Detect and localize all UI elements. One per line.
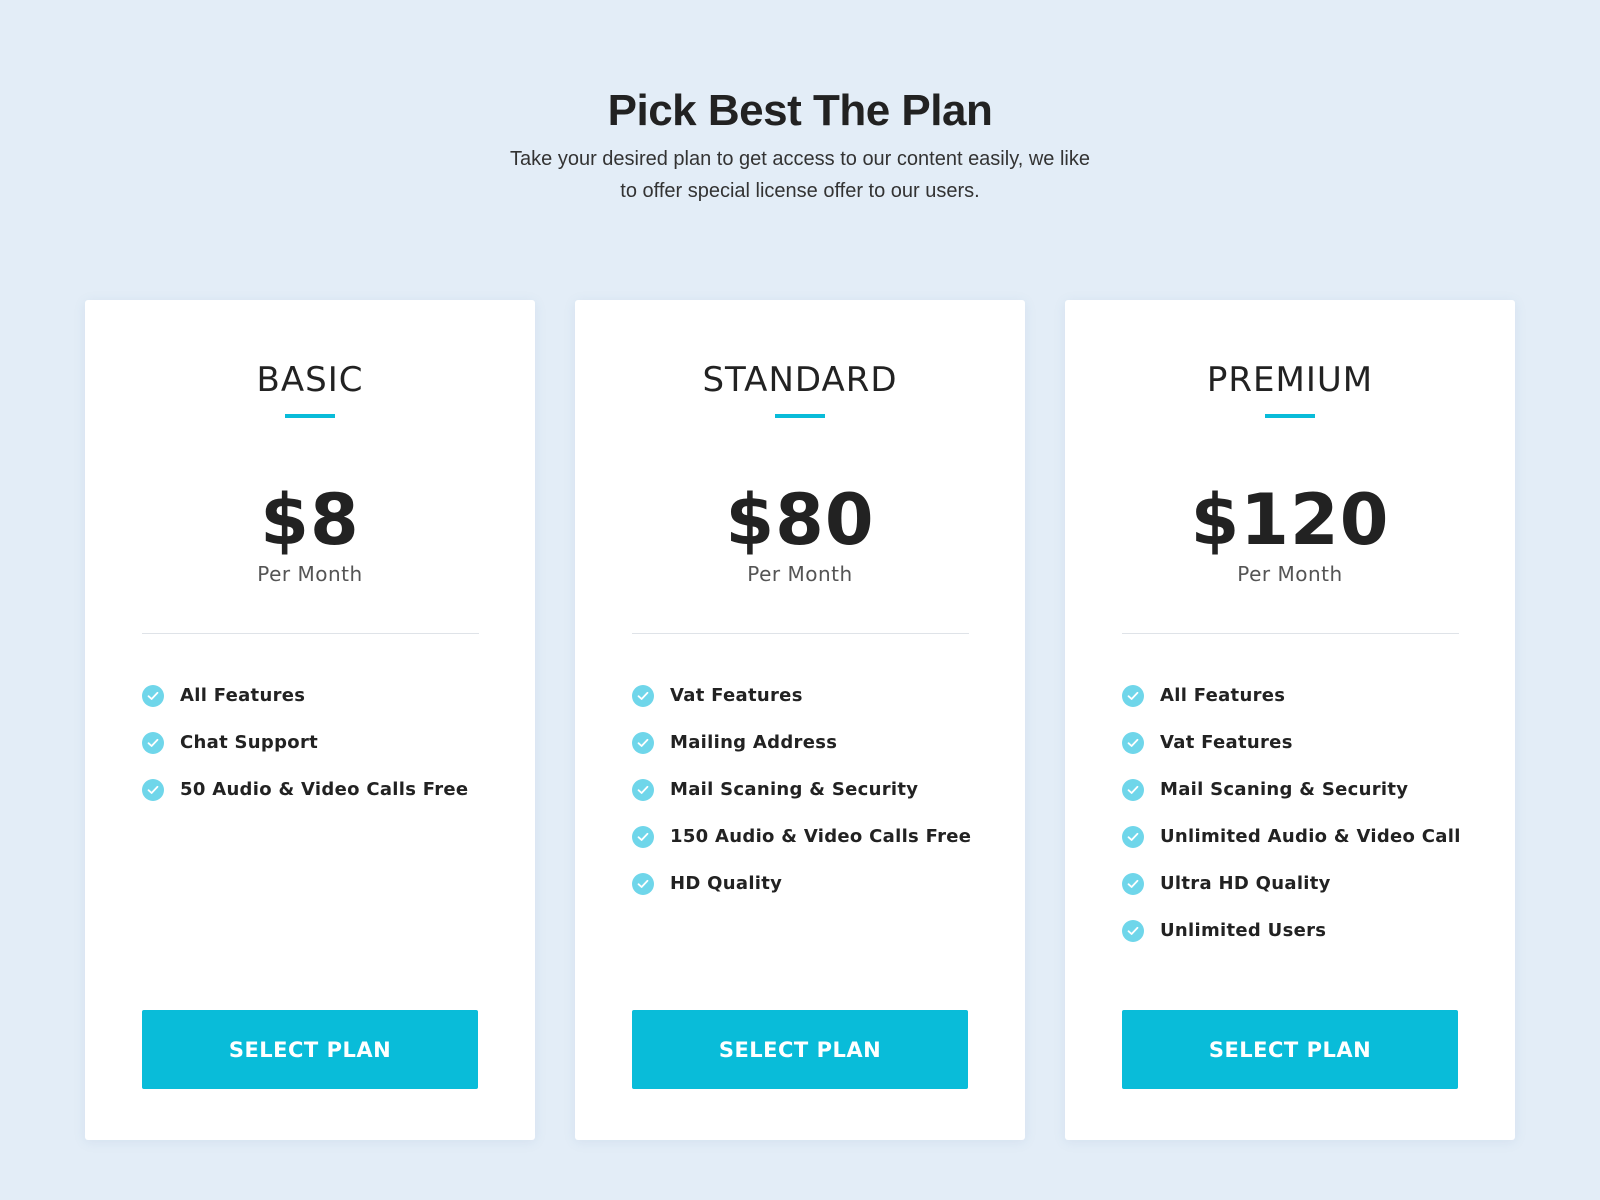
page-subtitle: Take your desired plan to get access to … xyxy=(510,148,1090,202)
plan-name: PREMIUM xyxy=(1206,360,1374,400)
feature-item: HD Quality xyxy=(632,860,971,907)
check-circle-icon xyxy=(1122,731,1144,754)
select-plan-button[interactable]: SELECT PLAN xyxy=(142,1010,478,1089)
check-circle-icon xyxy=(1122,825,1144,848)
feature-label: 150 Audio & Video Calls Free xyxy=(670,826,972,847)
feature-item: 50 Audio & Video Calls Free xyxy=(142,766,468,813)
feature-item: Mail Scaning & Security xyxy=(1122,766,1461,813)
feature-list: Vat Features Mailing Address Mail Scanin… xyxy=(632,672,971,907)
feature-label: Vat Features xyxy=(1160,732,1293,753)
select-plan-button[interactable]: SELECT PLAN xyxy=(1122,1010,1458,1089)
feature-item: Unlimited Audio & Video Call xyxy=(1122,813,1461,860)
divider xyxy=(1122,633,1459,634)
feature-list: All Features Chat Support 50 Audio & Vid… xyxy=(142,672,468,813)
divider xyxy=(632,633,969,634)
check-circle-icon xyxy=(1122,919,1144,942)
feature-label: 50 Audio & Video Calls Free xyxy=(180,779,469,800)
feature-label: HD Quality xyxy=(670,873,783,894)
feature-item: Vat Features xyxy=(1122,719,1461,766)
plan-card-standard: STANDARD $80 Per Month Vat Features Mailin… xyxy=(575,300,1025,1140)
plan-cards: BASIC $8 Per Month All Features Chat Suppo… xyxy=(85,300,1515,1140)
feature-label: Mailing Address xyxy=(670,732,838,753)
check-circle-icon xyxy=(1122,872,1144,895)
feature-item: Vat Features xyxy=(632,672,971,719)
plan-card-basic: BASIC $8 Per Month All Features Chat Suppo… xyxy=(85,300,535,1140)
check-circle-icon xyxy=(632,731,654,754)
pricing-header: Pick Best The Plan Take your desired pla… xyxy=(0,82,1600,207)
feature-label: Chat Support xyxy=(180,732,319,753)
check-circle-icon xyxy=(1122,778,1144,801)
plan-name: BASIC xyxy=(256,360,364,400)
check-circle-icon xyxy=(632,872,654,895)
check-circle-icon xyxy=(142,731,164,754)
plan-price: $120 xyxy=(1190,479,1390,561)
feature-label: All Features xyxy=(180,685,306,706)
feature-label: Unlimited Users xyxy=(1160,920,1327,941)
feature-item: Ultra HD Quality xyxy=(1122,860,1461,907)
pricing-page: Pick Best The Plan Take your desired pla… xyxy=(0,0,1600,1200)
plan-period: Per Month xyxy=(747,562,853,586)
check-circle-icon xyxy=(632,778,654,801)
plan-card-premium: PREMIUM $120 Per Month All Features Vat Fe… xyxy=(1065,300,1515,1140)
plan-name-underline xyxy=(775,414,825,418)
select-plan-button[interactable]: SELECT PLAN xyxy=(632,1010,968,1089)
check-circle-icon xyxy=(632,825,654,848)
check-circle-icon xyxy=(142,684,164,707)
feature-item: Mailing Address xyxy=(632,719,971,766)
feature-item: All Features xyxy=(1122,672,1461,719)
feature-item: Unlimited Users xyxy=(1122,907,1461,954)
page-title: Pick Best The Plan xyxy=(607,86,993,135)
divider xyxy=(142,633,479,634)
feature-item: All Features xyxy=(142,672,468,719)
plan-price: $8 xyxy=(260,479,360,561)
plan-name-underline xyxy=(1265,414,1315,418)
feature-label: Unlimited Audio & Video Call xyxy=(1160,826,1461,847)
plan-price: $80 xyxy=(725,479,875,561)
feature-item: Mail Scaning & Security xyxy=(632,766,971,813)
feature-label: Mail Scaning & Security xyxy=(670,779,919,800)
plan-name: STANDARD xyxy=(702,360,898,400)
check-circle-icon xyxy=(1122,684,1144,707)
feature-list: All Features Vat Features Mail Scaning &… xyxy=(1122,672,1461,954)
check-circle-icon xyxy=(142,778,164,801)
feature-label: Vat Features xyxy=(670,685,803,706)
plan-name-underline xyxy=(285,414,335,418)
plan-period: Per Month xyxy=(257,562,363,586)
feature-label: Ultra HD Quality xyxy=(1160,873,1331,894)
feature-label: All Features xyxy=(1160,685,1286,706)
check-circle-icon xyxy=(632,684,654,707)
feature-item: 150 Audio & Video Calls Free xyxy=(632,813,971,860)
feature-item: Chat Support xyxy=(142,719,468,766)
plan-period: Per Month xyxy=(1237,562,1343,586)
feature-label: Mail Scaning & Security xyxy=(1160,779,1409,800)
